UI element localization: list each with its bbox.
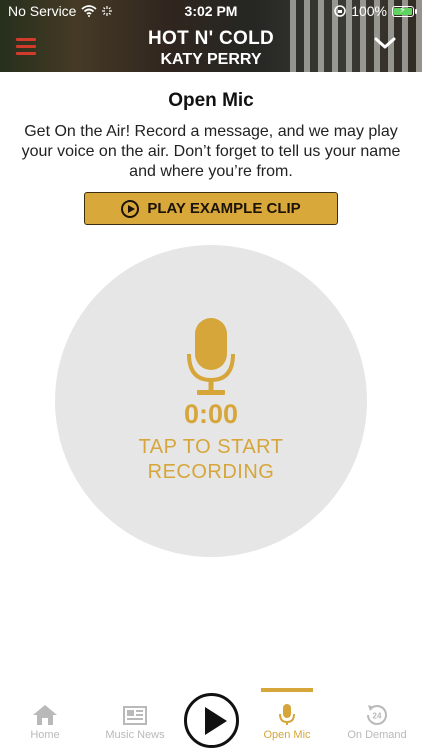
status-right: 100% ⚡ bbox=[334, 3, 417, 19]
play-example-clip-label: PLAY EXAMPLE CLIP bbox=[147, 200, 301, 217]
tab-home-label: Home bbox=[30, 729, 60, 741]
record-timer: 0:00 bbox=[183, 399, 239, 429]
page-title: Open Mic bbox=[168, 90, 254, 111]
home-icon bbox=[33, 705, 57, 725]
status-bar: No Service 3:02 PM 100% ⚡ bbox=[0, 0, 422, 22]
play-circle-icon bbox=[121, 199, 140, 218]
rotation-lock-icon bbox=[334, 5, 346, 17]
tap-line-2: RECORDING bbox=[147, 461, 275, 483]
microphone-tab-icon bbox=[279, 704, 295, 725]
battery-percent: 100% bbox=[351, 3, 387, 19]
tab-open-mic[interactable]: Open Mic bbox=[245, 703, 329, 741]
newspaper-icon bbox=[123, 706, 147, 725]
tab-music-news[interactable]: Music News bbox=[93, 703, 177, 741]
tab-open-mic-label: Open Mic bbox=[263, 729, 311, 741]
play-example-clip-button[interactable]: PLAY EXAMPLE CLIP bbox=[84, 192, 338, 225]
24h-icon: 24 bbox=[367, 705, 387, 725]
tap-line-1: TAP TO START bbox=[138, 436, 284, 458]
now-playing-header: No Service 3:02 PM 100% ⚡ HOT N' COLD KA… bbox=[0, 0, 422, 72]
tab-home[interactable]: Home bbox=[3, 703, 87, 741]
record-button[interactable]: 0:00 TAP TO START RECORDING bbox=[55, 245, 367, 557]
intro-text: Get On the Air! Record a message, and we… bbox=[21, 123, 401, 180]
battery-icon: ⚡ bbox=[392, 4, 417, 17]
tab-on-demand-label: On Demand bbox=[347, 729, 407, 741]
microphone-icon bbox=[187, 318, 235, 395]
svg-text:24: 24 bbox=[373, 712, 382, 721]
charging-bolt-icon: ⚡ bbox=[399, 4, 407, 16]
play-button[interactable] bbox=[184, 693, 239, 748]
tab-music-news-label: Music News bbox=[105, 729, 165, 741]
now-playing-artist: KATY PERRY bbox=[160, 51, 262, 68]
now-playing-title: HOT N' COLD bbox=[147, 28, 275, 49]
tap-to-record-text: TAP TO START RECORDING bbox=[55, 435, 367, 485]
chevron-down-icon[interactable] bbox=[374, 34, 396, 52]
active-tab-indicator bbox=[261, 688, 313, 692]
tab-on-demand[interactable]: 24 On Demand bbox=[335, 703, 419, 741]
